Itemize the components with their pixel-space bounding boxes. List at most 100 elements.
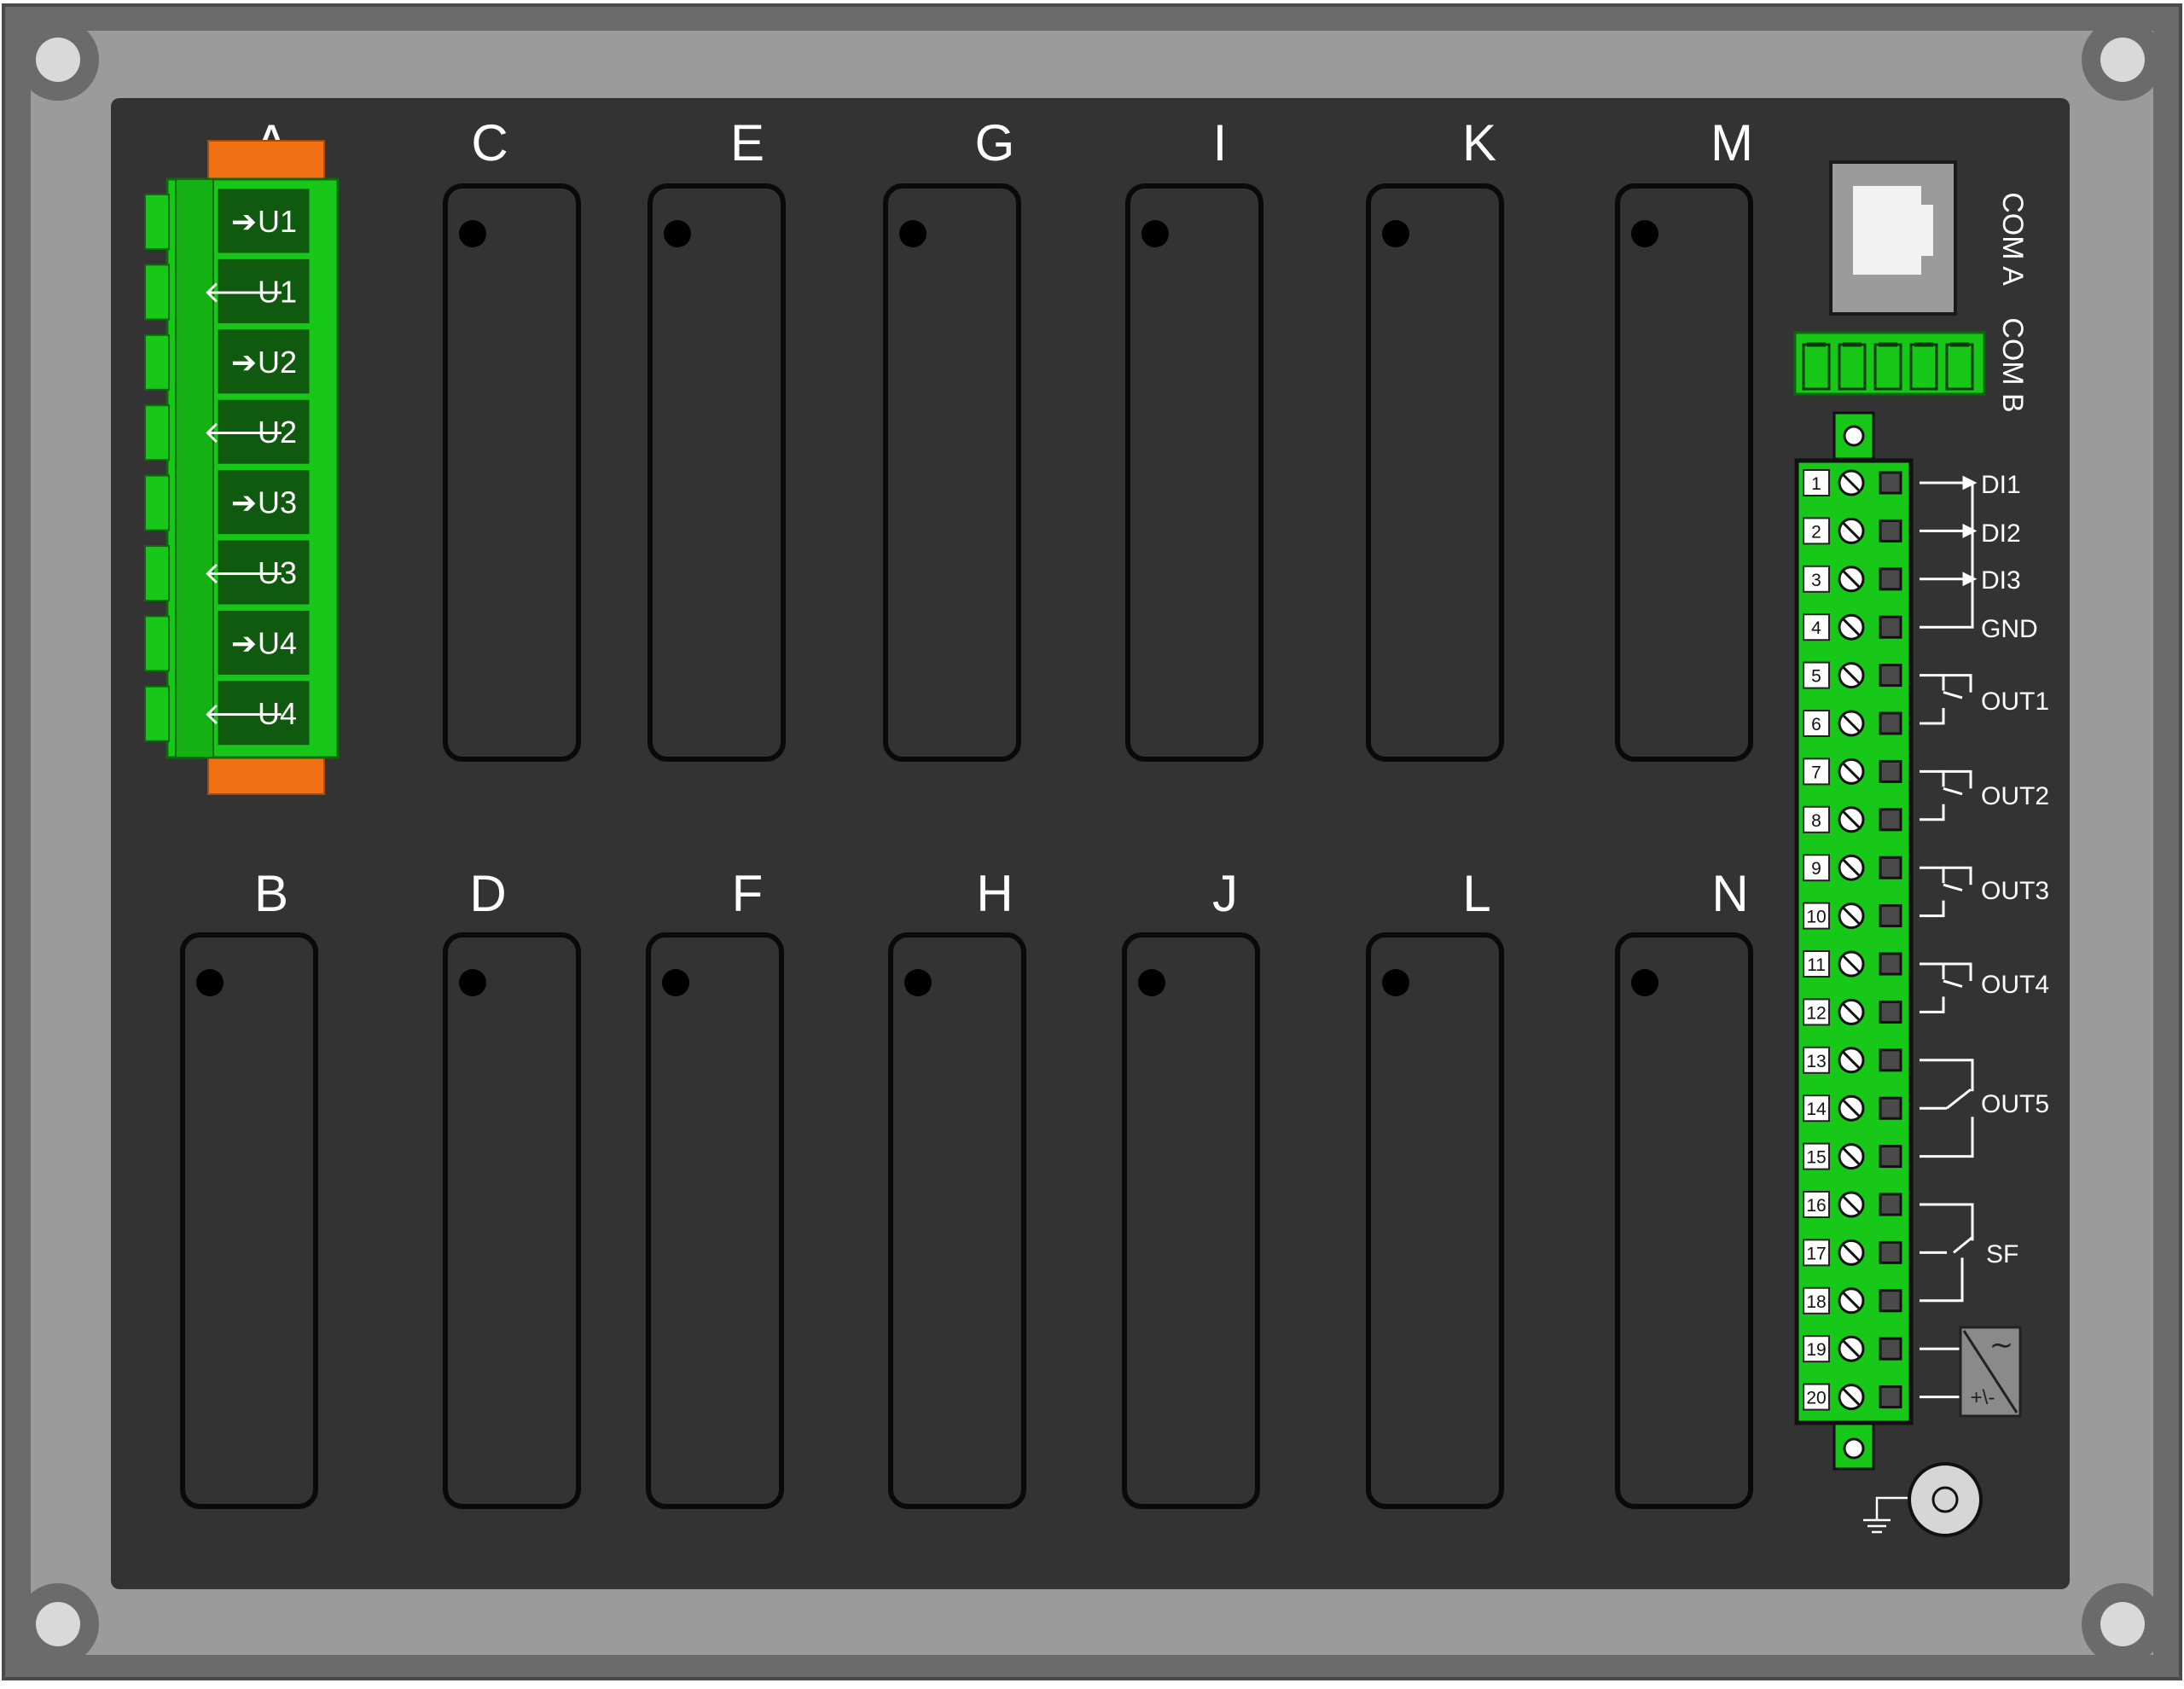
- slot-screw-hole-icon: [459, 969, 486, 996]
- terminal-number: 1: [1811, 474, 1821, 494]
- slot-cover-c[interactable]: [443, 183, 581, 762]
- terminal-number: 18: [1806, 1292, 1826, 1312]
- com-b-pin: [1838, 342, 1867, 391]
- connector-lock-top: [207, 140, 325, 181]
- terminal-number: 17: [1806, 1244, 1826, 1263]
- terminal-19[interactable]: 19: [1803, 1335, 1902, 1363]
- slot-label-k: K: [1462, 114, 1496, 171]
- terminal-ear-hole-icon: [1843, 425, 1865, 447]
- module-a-terminal-4[interactable]: 🡐U2: [203, 397, 312, 467]
- module-a-latch-tab: [144, 194, 170, 250]
- di3-label: DI3: [1981, 566, 2021, 595]
- terminal-17[interactable]: 17: [1803, 1239, 1902, 1267]
- module-a-connector[interactable]: ➔ U1🡐U1➔ U2🡐U2➔ U3🡐U3➔ U4🡐U4: [144, 140, 340, 795]
- terminal-wire-entry: [1879, 1145, 1902, 1169]
- terminal-number: 12: [1806, 1003, 1826, 1023]
- out1-label: OUT1: [1981, 688, 2049, 716]
- slot-cover-f[interactable]: [646, 932, 784, 1509]
- terminal-number: 20: [1806, 1389, 1826, 1408]
- module-a-terminal-1[interactable]: ➔ U1: [215, 186, 312, 256]
- terminal-9[interactable]: 9: [1803, 854, 1902, 882]
- slot-cover-g[interactable]: [883, 183, 1021, 762]
- arrow-right-icon: ➔: [231, 204, 257, 239]
- terminal-5[interactable]: 5: [1803, 661, 1902, 689]
- terminal-14[interactable]: 14: [1803, 1094, 1902, 1123]
- module-a-latch-tab: [144, 404, 170, 461]
- terminal-3[interactable]: 3: [1803, 565, 1902, 593]
- power-supply-symbol: ∼ +\-: [1959, 1326, 2022, 1418]
- terminal-13[interactable]: 13: [1803, 1046, 1902, 1074]
- module-a-terminal-3[interactable]: ➔ U2: [215, 327, 312, 397]
- com-a-port[interactable]: [1829, 160, 1957, 316]
- terminal-number: 14: [1806, 1100, 1827, 1119]
- panel-face: [111, 98, 2070, 1589]
- terminal-wire-entry: [1879, 1048, 1902, 1072]
- slot-cover-j[interactable]: [1122, 932, 1260, 1509]
- mounting-hole-top-right: [2082, 19, 2164, 101]
- terminal-20[interactable]: 20: [1803, 1383, 1902, 1411]
- slot-screw-hole-icon: [459, 220, 486, 247]
- com-b-pin: [1909, 342, 1938, 391]
- module-a-latch-tab: [144, 615, 170, 672]
- terminal-7[interactable]: 7: [1803, 757, 1902, 786]
- terminal-6[interactable]: 6: [1803, 710, 1902, 737]
- terminal-15[interactable]: 15: [1803, 1142, 1902, 1170]
- module-a-pin-label: U2: [258, 415, 297, 450]
- terminal-number: 9: [1811, 859, 1821, 879]
- terminal-11[interactable]: 11: [1803, 950, 1902, 978]
- terminal-16[interactable]: 16: [1803, 1191, 1902, 1218]
- module-a-pin-label: U4: [258, 625, 297, 660]
- di2-label: DI2: [1981, 519, 2021, 548]
- terminal-18[interactable]: 18: [1803, 1286, 1902, 1315]
- power-dc-symbol: +\-: [1971, 1386, 1995, 1409]
- slot-cover-d[interactable]: [443, 932, 581, 1509]
- sf-label: SF: [1986, 1240, 2018, 1268]
- panel-drawing: ACEGIKMBDFHJLN ➔U1🡐U1➔U2🡐U2➔U3🡐U3➔U4🡐U4 …: [2, 3, 2182, 1680]
- mounting-hole-top-left: [17, 19, 99, 101]
- ground-stud[interactable]: [1908, 1462, 1983, 1537]
- module-a-terminal-7[interactable]: ➔ U4: [215, 607, 312, 677]
- com-b-pin: [1873, 342, 1902, 391]
- slot-cover-k[interactable]: [1366, 183, 1504, 762]
- terminal-wire-entry: [1879, 471, 1902, 495]
- slot-cover-b[interactable]: [180, 932, 318, 1509]
- terminal-10[interactable]: 10: [1803, 902, 1902, 930]
- terminal-4[interactable]: 4: [1803, 613, 1902, 641]
- terminal-12[interactable]: 12: [1803, 998, 1902, 1026]
- com-b-label: COM B: [1996, 317, 2029, 412]
- terminal-number: 6: [1811, 715, 1821, 734]
- module-a-terminal-6[interactable]: 🡐U3: [203, 537, 312, 607]
- slot-cover-i[interactable]: [1125, 183, 1263, 762]
- terminal-1[interactable]: 1: [1803, 469, 1902, 496]
- module-a-terminal-5[interactable]: ➔ U3: [215, 467, 312, 537]
- module-a-terminal-2[interactable]: 🡐U1: [203, 256, 312, 326]
- slot-screw-hole-icon: [1382, 969, 1409, 996]
- slot-cover-l[interactable]: [1366, 932, 1504, 1509]
- power-ac-symbol: ∼: [1989, 1329, 2014, 1361]
- terminal-number: 16: [1806, 1196, 1826, 1216]
- slot-cover-m[interactable]: [1615, 183, 1753, 762]
- module-a-pin-label: U4: [258, 696, 297, 731]
- terminal-number: 4: [1811, 618, 1821, 638]
- module-a-terminal-8[interactable]: 🡐U4: [203, 678, 312, 748]
- terminal-wire-entry: [1879, 711, 1902, 735]
- slot-cover-e[interactable]: [648, 183, 786, 762]
- terminal-2[interactable]: 2: [1803, 517, 1902, 545]
- out3-label: OUT3: [1981, 877, 2049, 905]
- arrow-right-icon: ➔: [231, 485, 257, 520]
- terminal-block[interactable]: 1234567891011121314151617181920: [1794, 411, 1914, 1471]
- slot-label-n: N: [1711, 865, 1748, 922]
- slot-screw-hole-icon: [1141, 220, 1169, 247]
- slot-cover-h[interactable]: [888, 932, 1026, 1509]
- terminal-wire-entry: [1879, 952, 1902, 976]
- connector-side: [175, 178, 214, 758]
- terminal-8[interactable]: 8: [1803, 805, 1902, 833]
- com-b-connector[interactable]: [1793, 331, 1986, 396]
- com-b-pin: [1802, 342, 1831, 391]
- slot-label-h: H: [976, 865, 1013, 922]
- slot-cover-n[interactable]: [1615, 932, 1753, 1509]
- arrow-right-icon: ➔: [231, 625, 257, 660]
- mounting-hole-bottom-right: [2082, 1583, 2164, 1665]
- slot-label-e: E: [730, 114, 764, 171]
- terminal-number: 5: [1811, 667, 1821, 687]
